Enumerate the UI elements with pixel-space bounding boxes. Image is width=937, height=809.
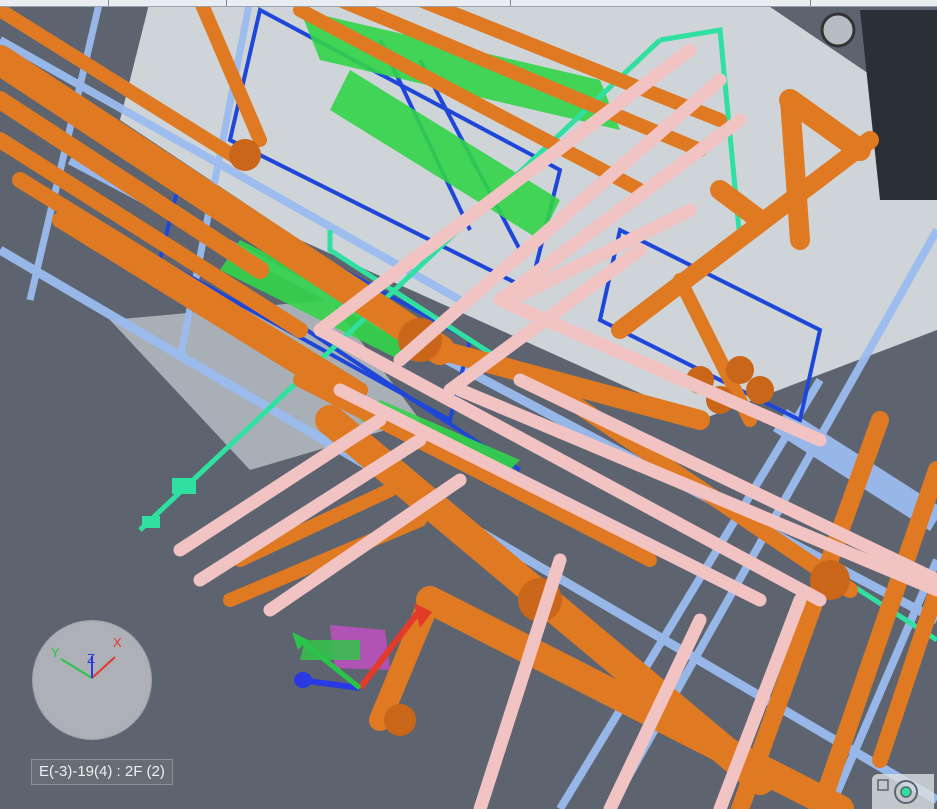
location-label: E(-3)-19(4) : 2F (2) — [31, 759, 173, 785]
axis-compass-graphic — [60, 656, 116, 679]
toolbar-divider — [226, 0, 227, 6]
equipment-port-icon — [820, 12, 856, 48]
view-cube-graphic — [877, 779, 918, 804]
top-toolbar-strip — [0, 0, 937, 7]
toolbar-divider — [810, 0, 811, 6]
3d-viewport[interactable]: X Y Z E(-3)-19(4) : 2F (2) — [0, 0, 937, 809]
axis-z-label: Z — [87, 651, 95, 666]
axis-compass-icon[interactable]: X Y Z — [32, 620, 152, 740]
toolbar-divider — [510, 0, 511, 6]
view-cube-icon[interactable] — [872, 774, 934, 809]
axis-y-label: Y — [51, 645, 60, 660]
axis-x-label: X — [113, 635, 122, 650]
toolbar-divider — [108, 0, 109, 6]
